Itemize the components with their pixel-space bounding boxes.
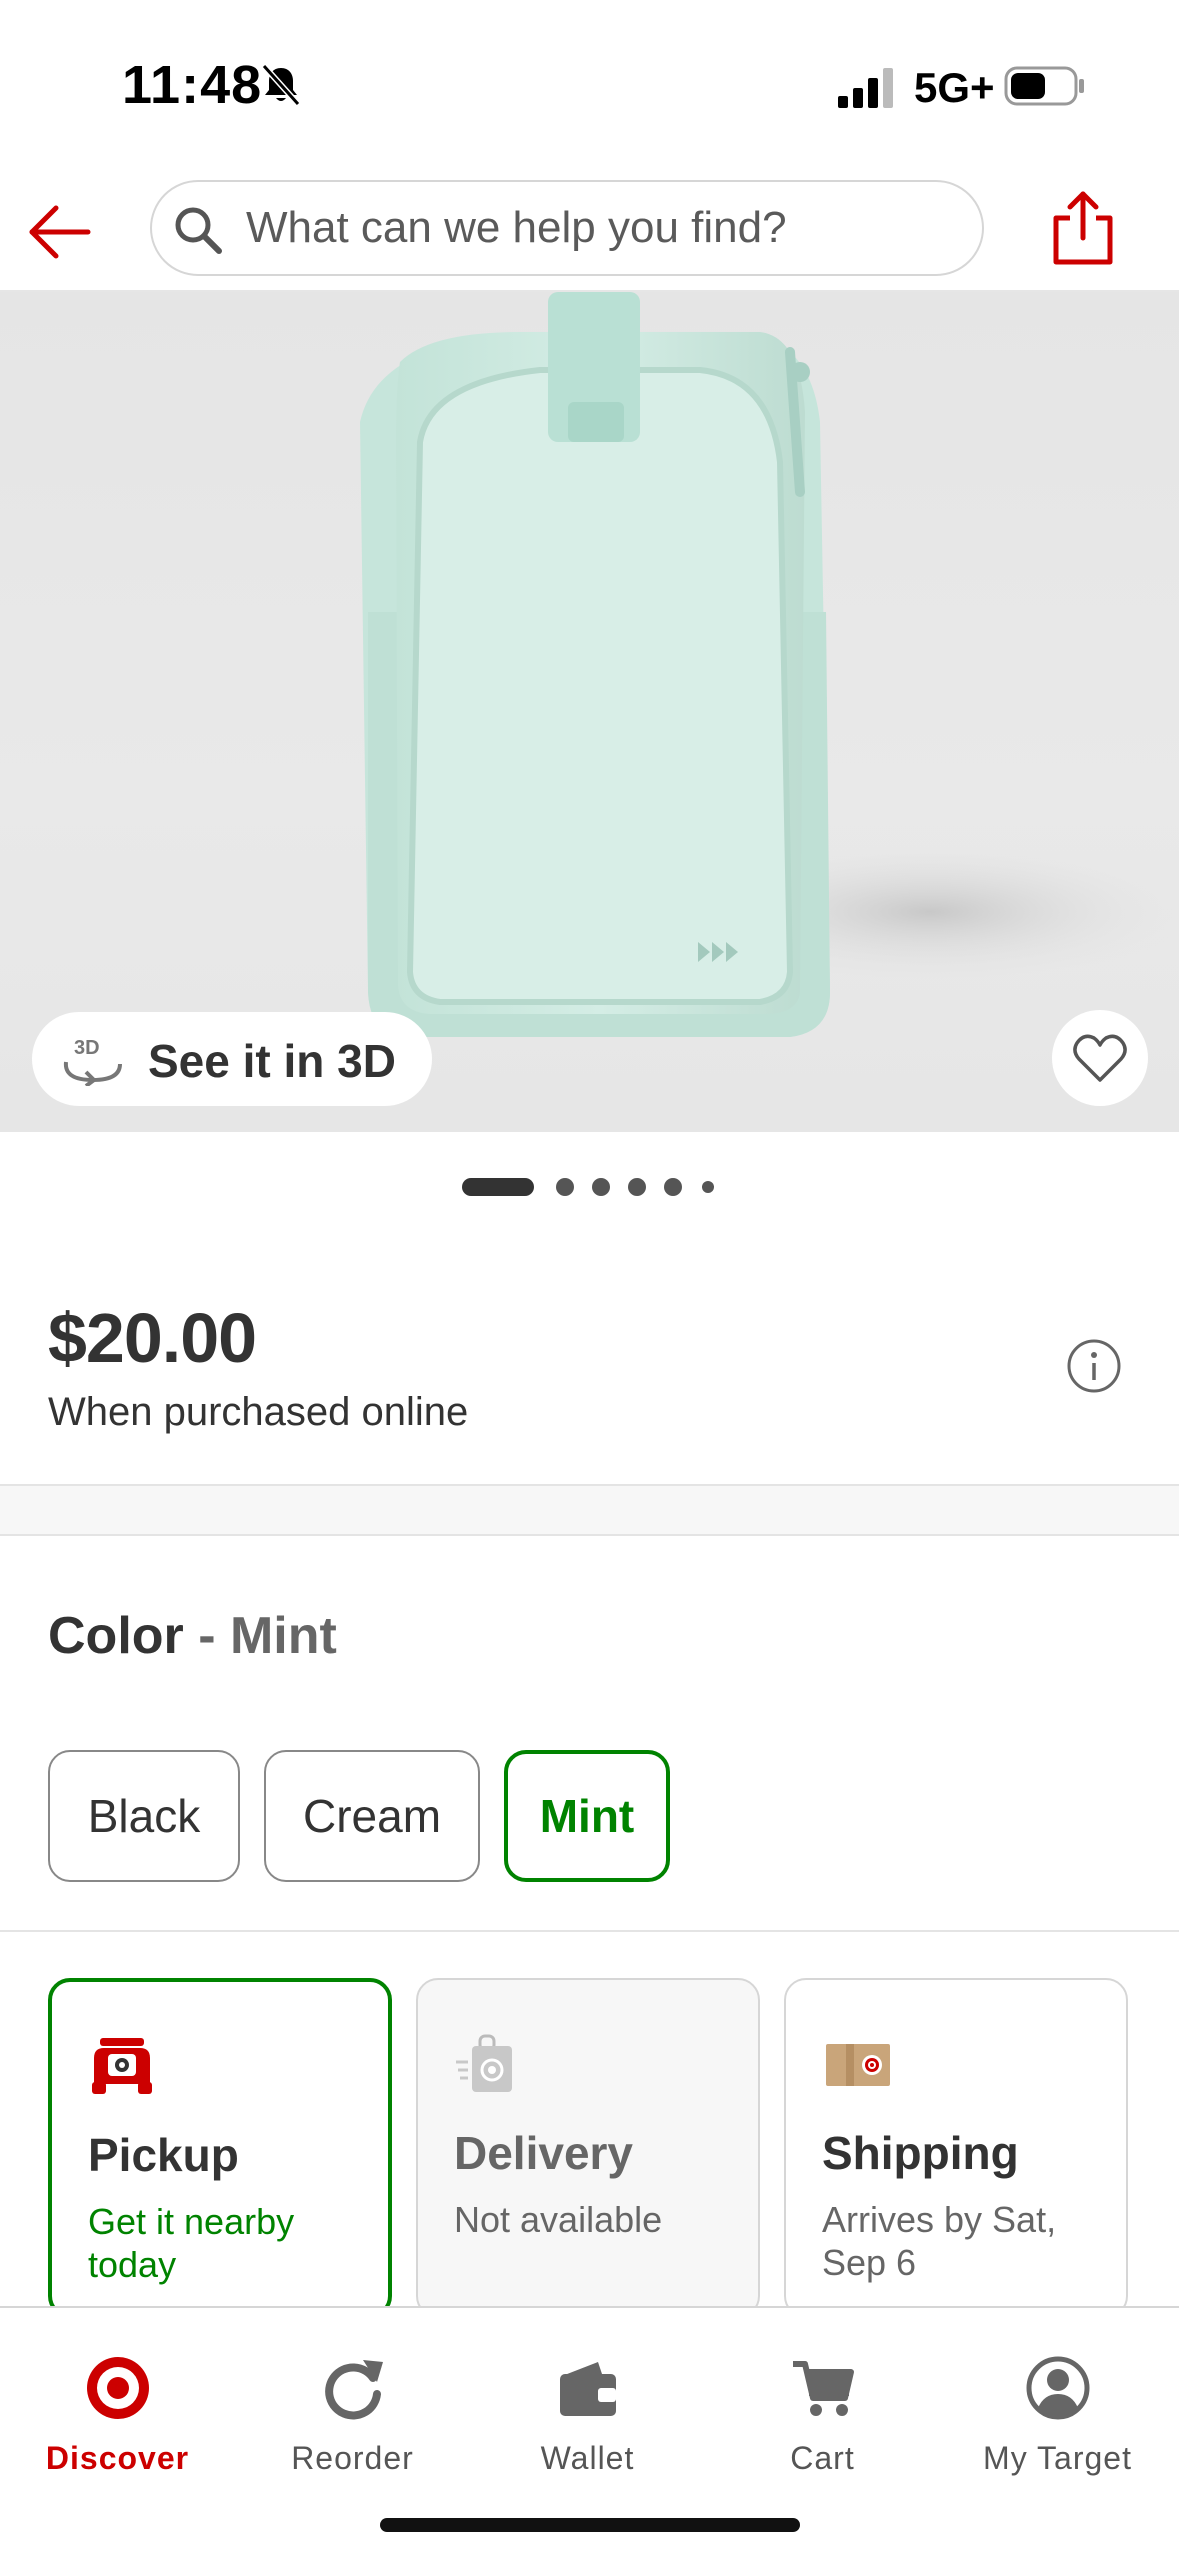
status-time: 11:48 bbox=[122, 55, 263, 115]
tab-cart-label: Cart bbox=[790, 2440, 855, 2476]
color-heading: Color - Mint bbox=[48, 1606, 337, 1666]
tab-cart[interactable]: Cart bbox=[705, 2332, 940, 2482]
heart-icon bbox=[1073, 1034, 1127, 1082]
color-option-black[interactable]: Black bbox=[48, 1750, 240, 1882]
color-option-cream[interactable]: Cream bbox=[264, 1750, 480, 1882]
section-divider bbox=[0, 1930, 1179, 1932]
fulfillment-card-shipping[interactable]: Shipping Arrives by Sat, Sep 6 bbox=[784, 1978, 1128, 2318]
search-bar[interactable] bbox=[150, 180, 984, 276]
price-note: When purchased online bbox=[48, 1390, 469, 1434]
tab-my-target[interactable]: My Target bbox=[940, 2332, 1175, 2482]
search-icon bbox=[175, 207, 222, 254]
color-label: Color bbox=[48, 1607, 184, 1665]
info-icon[interactable] bbox=[1066, 1338, 1122, 1394]
status-bar: 11:48 5G+ bbox=[0, 0, 1179, 170]
pickup-subtitle: Get it nearby today bbox=[88, 2201, 295, 2285]
carousel-dot[interactable] bbox=[664, 1178, 682, 1196]
tab-my-target-label: My Target bbox=[983, 2440, 1132, 2476]
image-carousel-dots[interactable] bbox=[462, 1176, 722, 1196]
share-icon[interactable] bbox=[1050, 190, 1116, 266]
tab-discover[interactable]: Discover bbox=[0, 2332, 235, 2482]
cellular-signal-icon bbox=[838, 68, 893, 108]
color-option-mint[interactable]: Mint bbox=[504, 1750, 670, 1882]
carousel-dot[interactable] bbox=[628, 1178, 646, 1196]
top-header bbox=[0, 170, 1179, 292]
tab-reorder-label: Reorder bbox=[291, 2440, 414, 2476]
delivery-bag-icon bbox=[456, 2034, 512, 2092]
mint-sling-bag-image bbox=[360, 292, 1179, 1037]
battery-icon bbox=[1004, 66, 1084, 106]
see-in-3d-label: See it in 3D bbox=[148, 1035, 396, 1087]
carousel-dot[interactable] bbox=[556, 1178, 574, 1196]
target-logo-icon bbox=[87, 2357, 149, 2419]
section-divider bbox=[0, 1484, 1179, 1536]
reorder-icon bbox=[325, 2360, 383, 2420]
favorite-button[interactable] bbox=[1052, 1010, 1148, 1106]
search-input[interactable] bbox=[246, 182, 966, 274]
product-image[interactable]: 3D See it in 3D bbox=[0, 292, 1179, 1132]
see-in-3d-button[interactable]: 3D See it in 3D bbox=[32, 1012, 432, 1106]
3d-glyph: 3D bbox=[74, 1037, 100, 1059]
carousel-dot[interactable] bbox=[592, 1178, 610, 1196]
shipping-subtitle: Arrives by Sat, Sep 6 bbox=[822, 2199, 1057, 2283]
tab-discover-label: Discover bbox=[45, 2440, 190, 2476]
carousel-dot-active[interactable] bbox=[462, 1178, 534, 1196]
pickup-title: Pickup bbox=[88, 2129, 239, 2181]
delivery-title: Delivery bbox=[454, 2127, 634, 2179]
bell-muted-icon bbox=[261, 63, 301, 107]
tab-reorder[interactable]: Reorder bbox=[235, 2332, 470, 2482]
back-arrow-icon[interactable] bbox=[26, 200, 92, 264]
fulfillment-card-pickup[interactable]: Pickup Get it nearby today bbox=[48, 1978, 392, 2318]
wallet-icon bbox=[560, 2362, 616, 2416]
cart-icon bbox=[793, 2361, 854, 2416]
tab-wallet-label: Wallet bbox=[540, 2440, 635, 2476]
delivery-subtitle: Not available bbox=[454, 2199, 663, 2240]
color-separator: - bbox=[183, 1607, 230, 1665]
home-indicator[interactable] bbox=[380, 2518, 800, 2532]
product-price: $20.00 bbox=[48, 1299, 257, 1377]
3d-rotate-icon: 3D bbox=[63, 1037, 122, 1086]
pickup-car-icon bbox=[92, 2038, 152, 2094]
tab-wallet[interactable]: Wallet bbox=[470, 2332, 705, 2482]
shipping-box-icon bbox=[826, 2044, 890, 2086]
fulfillment-card-delivery[interactable]: Delivery Not available bbox=[416, 1978, 760, 2318]
network-type: 5G+ bbox=[914, 64, 995, 111]
account-icon bbox=[1026, 2356, 1090, 2420]
carousel-dot[interactable] bbox=[702, 1181, 714, 1193]
shipping-title: Shipping bbox=[822, 2127, 1019, 2179]
selected-color-name: Mint bbox=[229, 1607, 337, 1665]
